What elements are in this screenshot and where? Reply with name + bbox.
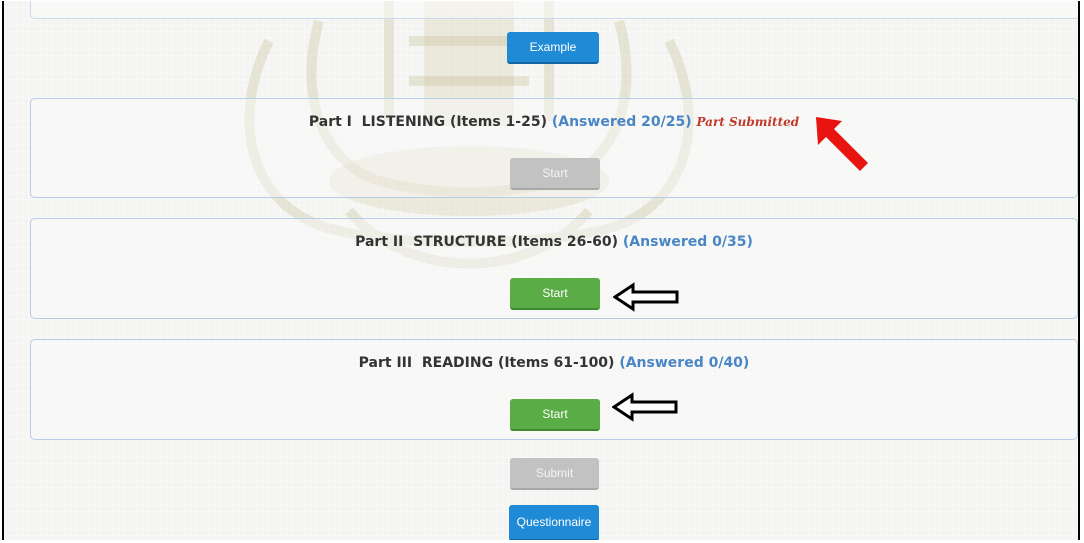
questionnaire-button[interactable]: Questionnaire xyxy=(509,505,599,540)
part-2-answered-count: (Answered 0/35) xyxy=(622,234,753,250)
part-1-submitted-status: Part Submitted xyxy=(696,115,800,129)
part-2-heading: Part II STRUCTURE (Items 26-60) (Answere… xyxy=(31,234,1077,250)
part-3-title: Part III READING (Items 61-100) xyxy=(358,355,615,371)
part-1-panel: Part I LISTENING (Items 1-25) (Answered … xyxy=(30,98,1078,198)
part-2-panel: Part II STRUCTURE (Items 26-60) (Answere… xyxy=(30,218,1078,319)
part-3-heading: Part III READING (Items 61-100) (Answere… xyxy=(31,355,1077,371)
submit-button[interactable]: Submit xyxy=(510,458,599,490)
exam-page: Example Part I LISTENING (Items 1-25) (A… xyxy=(2,1,1080,540)
part-1-title: Part I LISTENING (Items 1-25) xyxy=(308,114,547,130)
red-arrow-icon xyxy=(816,117,868,171)
black-arrow-left-icon xyxy=(612,392,678,422)
part-1-start-button[interactable]: Start xyxy=(510,158,600,190)
part-1-heading: Part I LISTENING (Items 1-25) (Answered … xyxy=(31,114,1077,130)
part-3-start-button[interactable]: Start xyxy=(510,399,600,431)
part-2-start-button[interactable]: Start xyxy=(510,278,600,310)
part-1-answered-count: (Answered 20/25) xyxy=(551,114,692,130)
part-3-answered-count: (Answered 0/40) xyxy=(619,355,750,371)
top-panel-edge xyxy=(30,1,1078,19)
part-3-panel: Part III READING (Items 61-100) (Answere… xyxy=(30,339,1078,440)
black-arrow-left-icon xyxy=(613,282,679,312)
example-button[interactable]: Example xyxy=(507,32,599,64)
part-2-title: Part II STRUCTURE (Items 26-60) xyxy=(355,234,619,250)
